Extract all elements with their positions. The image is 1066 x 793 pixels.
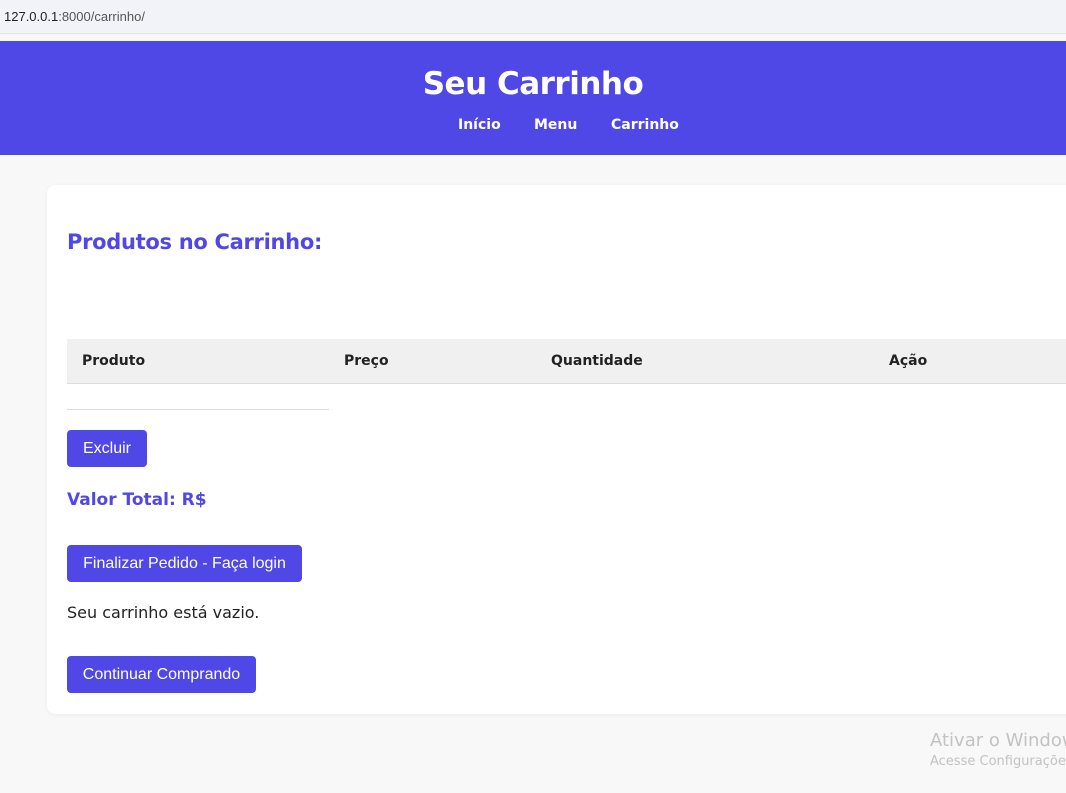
column-header-quantidade: Quantidade [551,353,643,369]
checkout-login-button[interactable]: Finalizar Pedido - Faça login [67,545,302,582]
nav-link-carrinho[interactable]: Carrinho [611,117,679,133]
page-title: Seu Carrinho [422,66,644,102]
nav-link-menu[interactable]: Menu [534,117,577,133]
table-row-divider [67,409,329,410]
empty-cart-message: Seu carrinho está vazio. [67,603,260,622]
browser-address-bar[interactable]: 127.0.0.1:8000/carrinho/ [0,0,1066,34]
cart-card: Produtos no Carrinho: Produto Preço Quan… [47,185,1066,714]
url-text[interactable]: 127.0.0.1:8000/carrinho/ [4,9,145,24]
remove-item-button[interactable]: Excluir [67,430,147,467]
cart-table-header: Produto Preço Quantidade Ação [67,339,1066,384]
total-value: Valor Total: R$ [67,490,207,510]
main-nav: Início Menu Carrinho [0,117,1066,137]
url-host: 127.0.0.1 [4,9,59,24]
watermark-line-2: Acesse Configurações [930,754,1066,769]
watermark-line-1: Ativar o Windows [930,730,1066,751]
cart-heading: Produtos no Carrinho: [67,230,323,254]
url-path: :8000/carrinho/ [58,9,145,24]
continue-shopping-button[interactable]: Continuar Comprando [67,656,256,693]
site-header: Seu Carrinho Início Menu Carrinho [0,41,1066,155]
column-header-produto: Produto [82,353,146,369]
windows-activation-watermark: Ativar o Windows Acesse Configurações [930,729,1066,771]
column-header-preco: Preço [344,353,389,369]
nav-link-inicio[interactable]: Início [458,117,501,133]
column-header-acao: Ação [889,353,928,369]
